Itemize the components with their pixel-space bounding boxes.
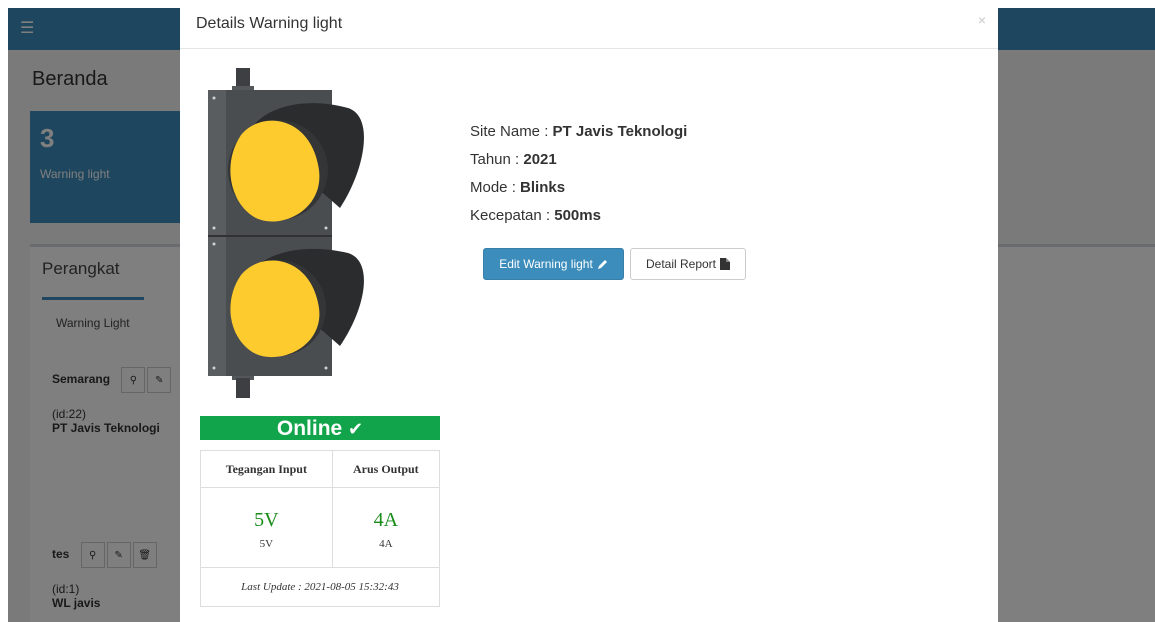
close-icon[interactable]: × <box>978 12 986 28</box>
modal-header: Details Warning light × <box>180 0 998 49</box>
current-value: 4A <box>373 509 399 531</box>
edit-button-label: Edit Warning light <box>499 257 593 271</box>
voltage-subvalue: 5V <box>259 538 274 550</box>
report-button-label: Detail Report <box>645 257 717 271</box>
details-modal: Details Warning light × Online ✔ Teganga… <box>180 0 998 622</box>
info-kecepatan: Kecepatan : 500ms <box>470 202 687 230</box>
info-label: Kecepatan : <box>470 207 555 224</box>
info-label: Site Name : <box>470 123 553 140</box>
current-subvalue: 4A <box>379 538 393 550</box>
traffic-light-image <box>208 68 364 398</box>
voltage-cell: 5V 5V <box>200 487 333 568</box>
info-tahun: Tahun : 2021 <box>470 146 687 174</box>
modal-title: Details Warning light <box>196 15 343 32</box>
info-label: Mode : <box>470 179 521 196</box>
info-value: 500ms <box>554 207 601 224</box>
info-label: Tahun : <box>470 151 524 168</box>
online-status-bar: Online ✔ <box>200 416 440 440</box>
pencil-icon <box>597 259 608 270</box>
voltage-header: Tegangan Input <box>200 450 333 488</box>
current-cell: 4A 4A <box>331 487 441 568</box>
info-value: PT Javis Teknologi <box>552 123 688 140</box>
status-label: Online <box>276 417 343 440</box>
check-icon: ✔ <box>348 419 364 439</box>
info-mode: Mode : Blinks <box>470 174 687 202</box>
file-icon <box>720 258 731 270</box>
info-value: Blinks <box>520 179 566 196</box>
readings-table: Tegangan Input Arus Output 5V 5V 4A 4A L… <box>200 450 441 607</box>
info-value: 2021 <box>523 151 557 168</box>
site-info: Site Name : PT Javis Teknologi Tahun : 2… <box>470 118 687 230</box>
detail-report-button[interactable]: Detail Report <box>630 248 746 280</box>
voltage-value: 5V <box>254 509 279 531</box>
current-header: Arus Output <box>331 450 441 488</box>
edit-warning-light-button[interactable]: Edit Warning light <box>483 248 624 280</box>
last-update: Last Update : 2021-08-05 15:32:43 <box>200 567 440 607</box>
info-site-name: Site Name : PT Javis Teknologi <box>470 118 687 146</box>
